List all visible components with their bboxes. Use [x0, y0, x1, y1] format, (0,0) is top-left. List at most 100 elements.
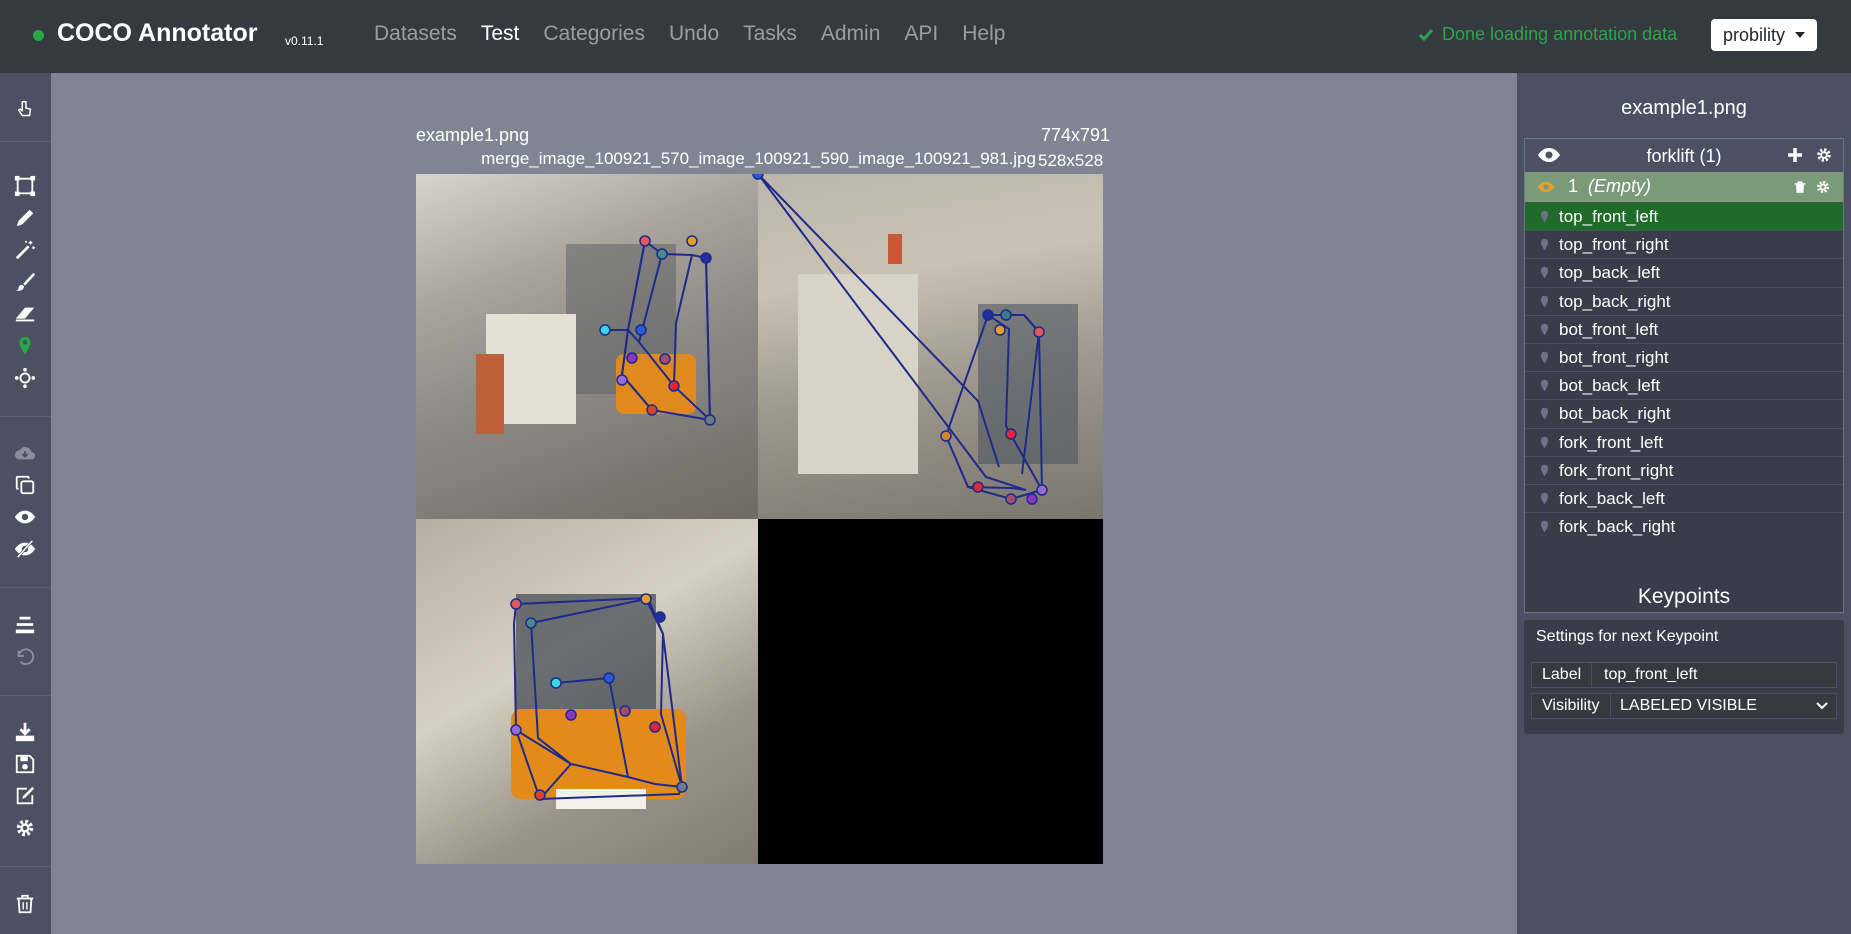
annotation-label: 1 (Empty) — [1568, 176, 1651, 197]
annotation-row[interactable]: 1 (Empty) — [1525, 172, 1843, 202]
nav-test[interactable]: Test — [481, 22, 520, 46]
download-cloud-button[interactable] — [12, 440, 38, 466]
nav-undo[interactable]: Undo — [669, 22, 719, 46]
label-field[interactable]: Label top_front_left — [1531, 662, 1837, 688]
nav-help[interactable]: Help — [962, 22, 1005, 46]
nav-admin[interactable]: Admin — [821, 22, 881, 46]
keypoint-row-fork-front-right[interactable]: fork_front_right — [1525, 455, 1843, 484]
brush-tool-button[interactable] — [12, 269, 38, 295]
undo-button[interactable] — [12, 644, 38, 670]
eye-icon[interactable] — [1537, 181, 1555, 193]
keypoint-row-fork-back-right[interactable]: fork_back_right — [1525, 512, 1843, 540]
dextr-tool-button[interactable] — [12, 365, 38, 391]
keypoint-label: top_back_left — [1559, 263, 1661, 283]
keypoint-row-bot-back-right[interactable]: bot_back_right — [1525, 399, 1843, 427]
magic-wand-icon — [15, 240, 36, 260]
delete-image-button[interactable] — [12, 891, 38, 917]
eraser-icon — [15, 307, 35, 322]
bbox-tool-button[interactable] — [12, 173, 38, 199]
settings-icon — [16, 819, 34, 837]
nav-datasets[interactable]: Datasets — [374, 22, 457, 46]
subimage-filename: merge_image_100921_570_image_100921_590_… — [481, 149, 1036, 168]
keypoint-row-fork-front-left[interactable]: fork_front_left — [1525, 427, 1843, 456]
download-button[interactable] — [12, 719, 38, 745]
show-all-button[interactable] — [12, 504, 38, 530]
pointer-icon — [17, 101, 32, 117]
keypoint-tool-button[interactable] — [12, 333, 38, 359]
keypoint-row-fork-back-left[interactable]: fork_back_left — [1525, 484, 1843, 512]
map-marker-icon — [1540, 464, 1549, 477]
keypoint-row-top-back-right[interactable]: top_back_right — [1525, 286, 1843, 315]
app-brand[interactable]: COCO Annotator — [57, 19, 257, 48]
map-marker-icon — [1540, 323, 1549, 336]
panel-image-title: example1.png — [1621, 97, 1747, 119]
annotation-canvas[interactable]: example1.png 774x791 merge_image_100921_… — [51, 73, 1517, 934]
gear-icon[interactable] — [1815, 179, 1831, 195]
subimage-filename-wrap: merge_image_100921_570_image_100921_590_… — [416, 149, 1036, 169]
select-tool-button[interactable] — [12, 97, 38, 123]
keypoint-row-top-back-left[interactable]: top_back_left — [1525, 258, 1843, 286]
eraser-tool-button[interactable] — [12, 301, 38, 327]
user-dropdown-button[interactable]: probility — [1711, 19, 1818, 51]
nav-api[interactable]: API — [904, 22, 938, 46]
keypoint-label: bot_back_right — [1559, 404, 1671, 424]
hide-all-button[interactable] — [12, 536, 38, 562]
label-field-label: Label — [1532, 663, 1593, 687]
save-button[interactable] — [12, 751, 38, 777]
annotation-id: 1 — [1568, 176, 1579, 196]
username: probility — [1723, 24, 1786, 45]
keypoint-row-bot-front-left[interactable]: bot_front_left — [1525, 314, 1843, 343]
brush-icon — [15, 272, 36, 291]
category-card: forklift (1) 1 (Empty) top_front_left top_… — [1524, 138, 1844, 613]
keypoint-row-top-front-left[interactable]: top_front_left — [1525, 202, 1843, 230]
keypoint-label: fork_front_right — [1559, 460, 1674, 480]
category-header[interactable]: forklift (1) — [1525, 139, 1843, 172]
map-marker-icon — [1540, 351, 1549, 364]
subimage-dimensions: 528x528 — [1038, 151, 1104, 170]
visibility-field-label: Visibility — [1532, 694, 1611, 718]
keypoint-icon — [19, 336, 31, 355]
hide-all-icon — [14, 539, 36, 559]
keypoint-label: fork_back_left — [1559, 489, 1665, 508]
image-dimensions: 774x791 — [1041, 125, 1111, 145]
toolbar-divider — [0, 141, 51, 142]
export-icon — [15, 722, 35, 742]
annotated-image[interactable] — [416, 174, 1103, 864]
polygon-tool-button[interactable] — [12, 205, 38, 231]
copy-icon — [15, 475, 35, 495]
keypoint-label: fork_back_right — [1559, 517, 1676, 537]
copy-annotations-button[interactable] — [12, 472, 38, 498]
nav-tasks[interactable]: Tasks — [743, 22, 797, 46]
chevron-down-icon — [1816, 702, 1828, 710]
plus-icon[interactable] — [1787, 147, 1803, 163]
save-icon — [15, 754, 35, 774]
keypoint-label: fork_front_left — [1559, 432, 1663, 452]
bbox-icon — [14, 175, 36, 197]
trash-icon[interactable] — [1793, 180, 1807, 195]
settings-button[interactable] — [12, 815, 38, 841]
map-marker-icon — [1540, 295, 1549, 307]
magic-wand-tool-button[interactable] — [12, 237, 38, 263]
edit-icon — [16, 786, 35, 805]
edit-metadata-button[interactable] — [12, 783, 38, 809]
keypoint-row-bot-back-left[interactable]: bot_back_left — [1525, 371, 1843, 399]
dextr-icon — [14, 367, 36, 389]
keypoint-row-bot-front-right[interactable]: bot_front_right — [1525, 343, 1843, 371]
center-image-button[interactable] — [12, 612, 38, 638]
keypoint-row-top-front-right[interactable]: top_front_right — [1525, 230, 1843, 258]
gear-icon[interactable] — [1815, 146, 1833, 164]
nav-categories[interactable]: Categories — [543, 22, 645, 46]
chevron-down-icon — [1795, 32, 1806, 38]
keypoint-label: bot_back_left — [1559, 376, 1661, 396]
map-marker-icon — [1540, 379, 1549, 392]
keypoint-label: bot_front_left — [1559, 319, 1659, 339]
toolbar-divider — [0, 695, 51, 696]
label-input[interactable]: top_front_left — [1604, 666, 1697, 684]
show-all-icon — [14, 510, 36, 524]
nav-menu: Datasets Test Categories Undo Tasks Admi… — [374, 22, 1029, 46]
delete-icon — [16, 894, 34, 914]
visibility-select[interactable]: LABELED VISIBLE — [1620, 697, 1757, 715]
visibility-field[interactable]: Visibility LABELED VISIBLE — [1531, 693, 1837, 719]
top-navbar: COCO Annotator v0.11.1 Datasets Test Cat… — [0, 0, 1851, 73]
status-dot-icon — [33, 30, 44, 41]
